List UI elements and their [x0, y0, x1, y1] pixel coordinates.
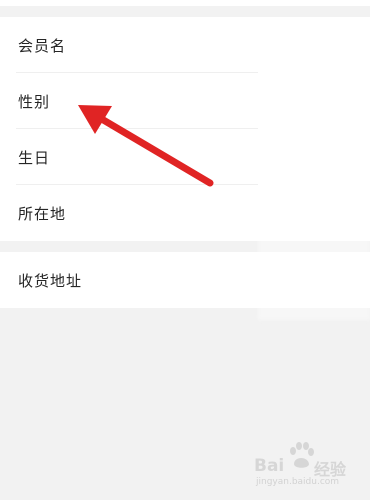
- profile-section: 会员名 性别 生日 所在地: [0, 17, 370, 241]
- baidu-paw-icon: [290, 442, 314, 468]
- top-band: [0, 0, 370, 6]
- row-birthday[interactable]: 生日: [0, 129, 370, 185]
- baidu-jingyan-watermark: Bai 经验 jingyan.baidu.com: [248, 442, 366, 492]
- row-shipping-address[interactable]: 收货地址: [0, 252, 370, 308]
- member-name-label: 会员名: [18, 36, 67, 55]
- row-gender[interactable]: 性别: [0, 73, 370, 129]
- address-section: 收货地址: [0, 252, 370, 308]
- watermark-site: jingyan.baidu.com: [256, 477, 340, 487]
- row-location[interactable]: 所在地: [0, 185, 370, 241]
- shipping-address-label: 收货地址: [18, 271, 83, 290]
- gender-label: 性别: [18, 92, 51, 111]
- birthday-label: 生日: [18, 148, 51, 167]
- row-member-name[interactable]: 会员名: [0, 17, 370, 73]
- watermark-brand: Bai: [254, 456, 285, 476]
- location-label: 所在地: [18, 204, 67, 223]
